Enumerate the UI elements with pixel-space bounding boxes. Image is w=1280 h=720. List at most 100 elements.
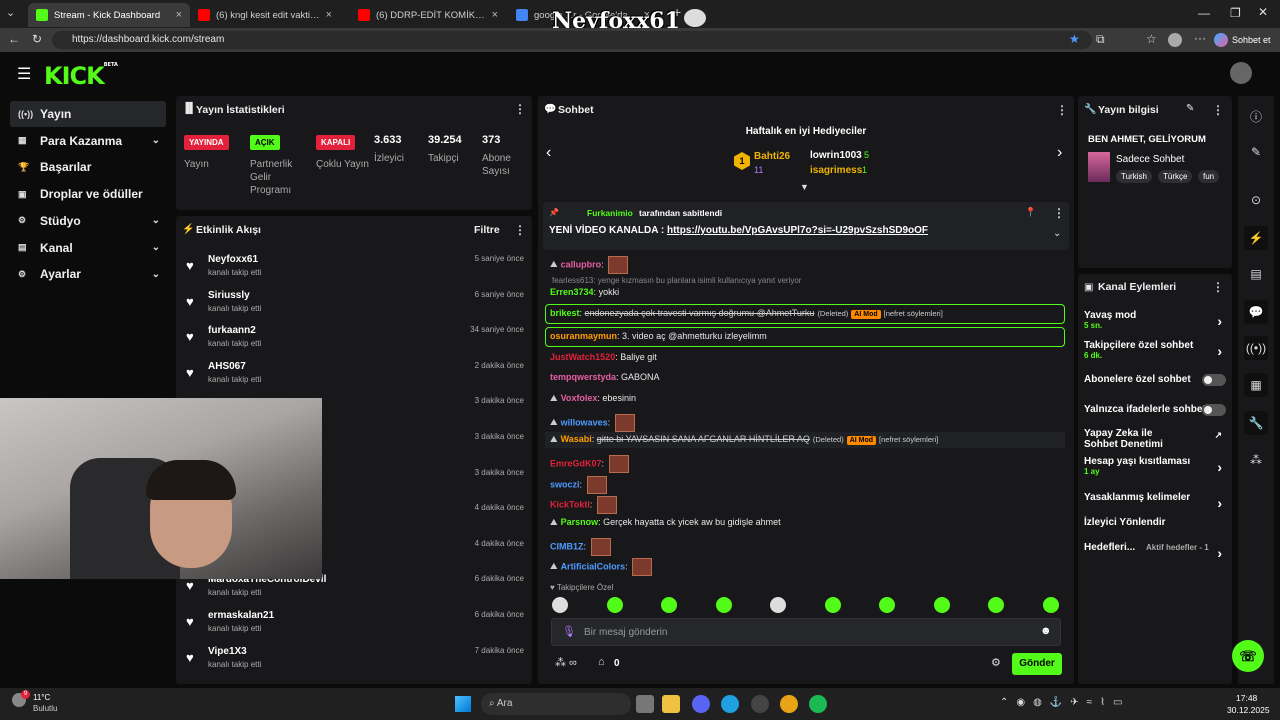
gifters-prev-button[interactable]: ‹ [546,144,551,162]
browser-tab-0[interactable]: Stream - Kick Dashboard × [28,3,190,27]
activity-item[interactable]: ♥ furkaann2 kanalı takip etti 34 saniye önc… [186,323,528,357]
chat-message[interactable]: ⛰ Voxfolex: ebesinin [550,393,636,404]
stats-menu-icon[interactable]: ⋮ [514,102,526,116]
quick-emote-icon[interactable] [879,597,895,613]
chat-message[interactable]: Erren3734: yokki [550,287,619,297]
stream-tag[interactable]: Türkçe [1158,170,1193,183]
chat-menu-icon[interactable]: ⋮ [1056,103,1068,117]
maximize-button[interactable]: ❐ [1230,6,1241,20]
tray-icons[interactable]: ⌃◉◍⚓✈≈⌇▭ [1000,697,1130,708]
channel-action-7[interactable]: İzleyici Yönlendir [1084,517,1226,528]
layout-icon[interactable]: ▦ [1244,373,1268,397]
sidebar-item-3[interactable]: ▣ Droplar ve ödüller [10,181,166,207]
quick-emote-icon[interactable] [824,597,841,613]
quick-emote-icon[interactable] [770,597,786,613]
chat-message[interactable]: ⛰ callupbro: [550,256,629,274]
chat-username[interactable]: callupbro [561,259,602,269]
gifter-1-name[interactable]: Bahti26 [754,151,790,162]
browser-tab-2[interactable]: (6) DDRP-EDİT KOMİK ANLAR 1 - Y × [350,3,506,27]
user-avatar[interactable] [1230,62,1252,84]
focus-icon[interactable]: ⊙ [1244,188,1268,212]
chat-message[interactable]: tempqwerstyda: GABONA [550,372,660,382]
channel-action-8[interactable]: Hedefleri... Aktif hedefler - 1 › [1084,542,1226,561]
quick-emote-icon[interactable] [933,597,950,613]
chat-message[interactable]: ⛰ Wasabi: gitte bi YAVSASIN SANA AFGANLAR… [550,434,938,445]
chrome-icon[interactable] [780,695,798,713]
activity-item[interactable]: ♥ Siriussly kanalı takip etti 6 saniye önce [186,288,528,322]
sidebar-item-4[interactable]: ⚙ Stüdyo ⌄ [10,208,166,234]
toggle-switch[interactable] [1202,404,1226,416]
minimize-button[interactable]: — [1198,6,1210,20]
group-icon[interactable]: ⁂ [1244,448,1268,472]
tab-close-icon[interactable]: × [326,9,332,21]
channel-action-1[interactable]: Takipçilere özel sohbet 6 dk. › [1084,340,1226,360]
spotify-icon[interactable] [809,695,827,713]
back-icon[interactable]: ← [8,32,20,46]
obs-icon[interactable] [751,695,769,713]
broadcast-icon[interactable]: ((•)) [1244,336,1268,360]
stream-tag[interactable]: Turkish [1116,170,1152,183]
stream-tag[interactable]: fun [1198,170,1220,183]
activity-filter-button[interactable]: Filtre [474,224,500,236]
sidebar-item-0[interactable]: ((•)) Yayın [10,101,166,127]
chat-username[interactable]: ArtificialColors [561,561,626,571]
chat-username[interactable]: osuranmaymun [550,331,617,341]
pinned-expand-icon[interactable]: ⌄ [1053,228,1061,239]
pinned-menu-icon[interactable]: ⋮ [1053,206,1065,220]
tab-list-icon[interactable]: ⌄ [6,6,15,19]
close-window-button[interactable]: ✕ [1258,5,1268,19]
pinned-by-user[interactable]: Furkanimio [587,208,633,218]
emoji-picker-icon[interactable]: ☻ [1040,625,1052,637]
channel-actions-menu-icon[interactable]: ⋮ [1212,280,1224,294]
quick-emote-icon[interactable] [715,597,732,613]
chat-message[interactable]: ⛰ Parsnow: Gerçek hayatta ck yicek aw bu … [550,517,781,528]
help-button[interactable]: ☏ [1232,640,1264,672]
start-button[interactable] [455,696,471,712]
tab-close-icon[interactable]: × [492,9,498,21]
star-icon[interactable]: ★ [1069,32,1080,46]
chat-username[interactable]: Voxfolex [561,393,598,403]
points-icon[interactable]: ⁂ ∞ [555,656,577,669]
gifter-2-name[interactable]: lowrin1003 [810,150,862,161]
chat-message[interactable]: swoczi: [550,476,607,494]
channel-action-6[interactable]: Yasaklanmış kelimeler › [1084,492,1226,511]
info-icon[interactable]: ⓘ [1244,104,1268,128]
channel-action-5[interactable]: Hesap yaşı kısıtlaması 1 ay › [1084,456,1226,476]
chat-username[interactable]: brikest [550,308,580,318]
chat-username[interactable]: Erren3734 [550,287,594,297]
chat-settings-icon[interactable]: ⚙ [991,656,1001,669]
chat-message[interactable]: JustWatch1520: Baliye git [550,352,657,362]
extensions-icon[interactable]: ⧉ [1096,32,1105,47]
browser-tab-1[interactable]: (6) kngl kesit edit vakti 1 - YouTub × [190,3,340,27]
chat-username[interactable]: CIMB1Z [550,541,584,551]
chat-message[interactable]: ⛰ willowaves: [550,414,635,432]
chat-message[interactable]: osuranmaymun: 3. video aç @ahmetturku iz… [550,331,767,341]
chat-bubble-icon[interactable]: 💬 [1244,300,1268,324]
chat-input[interactable]: 🎙 Bir mesaj gönderin ☻ [551,618,1061,646]
tab-close-icon[interactable]: × [176,9,182,21]
chat-message[interactable]: ⛰ ArtificialColors: [550,558,653,576]
chat-username[interactable]: Parsnow [561,517,599,527]
chat-message[interactable]: CIMB1Z: [550,538,611,556]
send-button[interactable]: Gönder [1012,653,1062,675]
channel-action-2[interactable]: Abonelere özel sohbet [1084,374,1226,386]
sidebar-item-5[interactable]: ▤ Kanal ⌄ [10,235,166,261]
hamburger-menu-icon[interactable]: ☰ [17,64,31,84]
url-field[interactable]: https://dashboard.kick.com/stream [52,31,1092,49]
pen-icon[interactable]: ✎ [1244,140,1268,164]
chat-message[interactable]: KickTokti: [550,496,617,514]
quick-emote-icon[interactable] [988,597,1004,613]
notes-icon[interactable]: ▤ [1244,262,1268,286]
quick-emote-icon[interactable] [606,597,623,613]
gifters-next-button[interactable]: › [1057,144,1062,162]
chat-username[interactable]: EmreGdK07 [550,458,602,468]
activity-item[interactable]: ♥ ermaskalan21 kanalı takip etti 6 dakika ö… [186,608,528,642]
more-icon[interactable]: ··· [1194,31,1206,45]
kick-logo[interactable]: KICKBETA [44,62,118,90]
mic-icon[interactable]: 🎙 [562,625,576,638]
copilot-button[interactable]: Sohbet et [1214,31,1271,49]
taskview-icon[interactable] [636,695,654,713]
chat-username[interactable]: swoczi [550,479,580,489]
chat-username[interactable]: KickTokti [550,499,590,509]
shop-icon[interactable]: ⌂ [598,656,605,668]
